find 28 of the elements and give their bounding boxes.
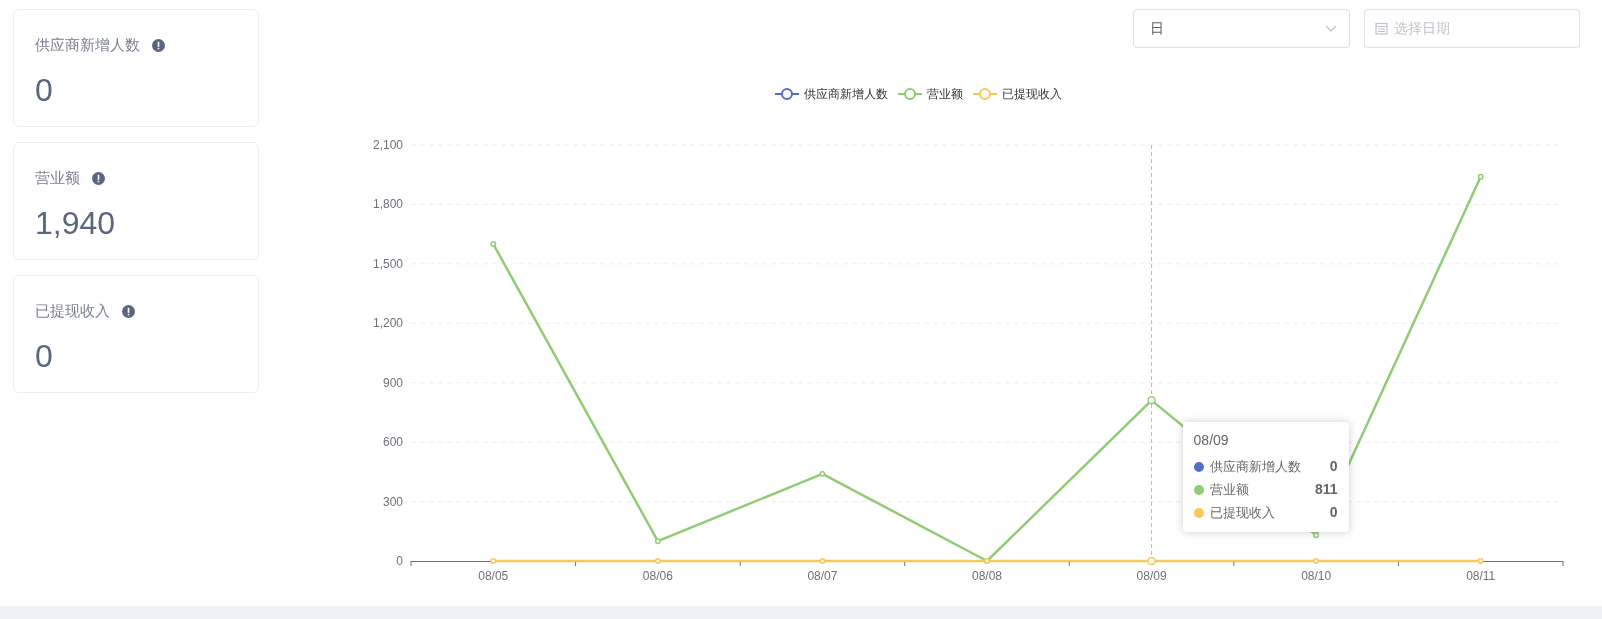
tooltip-value: 0: [1329, 503, 1338, 522]
tooltip-series-name: 营业额: [1209, 480, 1250, 499]
y-tick-label: 2,100: [372, 138, 403, 152]
tooltip-series-name: 已提现收入: [1209, 503, 1276, 522]
x-tick-label: 08/07: [807, 569, 838, 583]
x-tick-label: 08/11: [1466, 569, 1496, 583]
tooltip-value: 811: [1314, 480, 1338, 499]
x-tick-label: 08/06: [642, 569, 673, 583]
stat-value: 0: [35, 73, 53, 106]
y-tick-label: 300: [382, 494, 403, 509]
x-tick-label: 08/05: [478, 569, 509, 583]
y-tick-label: 0: [396, 554, 403, 568]
y-tick-label: 1,200: [372, 316, 403, 331]
x-tick-label: 08/10: [1301, 569, 1332, 583]
stat-label: 已提现收入: [35, 301, 110, 321]
y-tick-label: 600: [382, 435, 403, 450]
y-tick-label: 1,800: [372, 197, 403, 212]
tooltip-title: 08/09: [1193, 431, 1230, 450]
stat-label: 营业额: [35, 168, 80, 188]
stat-label: 供应商新增人数: [35, 35, 140, 55]
stat-value: 0: [35, 339, 53, 372]
x-tick-label: 08/08: [972, 569, 1002, 583]
y-tick-label: 1,500: [372, 256, 403, 271]
x-tick-label: 08/09: [1136, 569, 1167, 583]
tooltip-series-name: 供应商新增人数: [1209, 457, 1302, 476]
tooltip-value: 0: [1329, 457, 1338, 476]
stat-value: 1,940: [35, 206, 116, 239]
y-tick-label: 900: [382, 375, 403, 390]
